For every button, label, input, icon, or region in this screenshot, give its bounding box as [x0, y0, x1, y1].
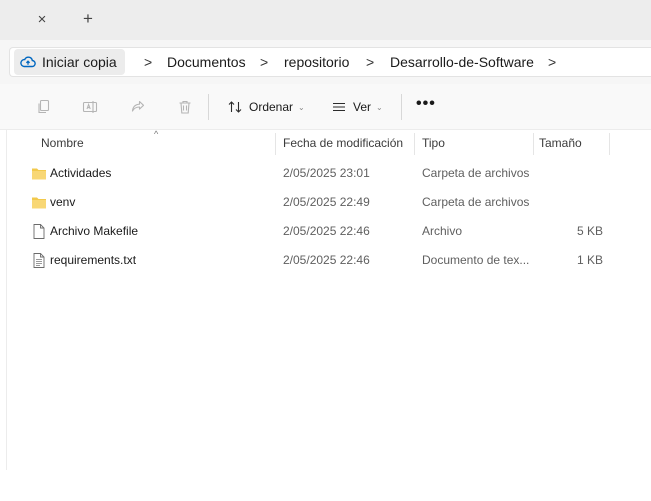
delete-icon[interactable] [177, 99, 193, 115]
sort-label: Ordenar [249, 100, 294, 114]
breadcrumb-item-documentos[interactable]: Documentos [167, 48, 246, 76]
file-name: Archivo Makefile [50, 224, 139, 238]
column-divider[interactable] [414, 133, 415, 155]
more-options-button[interactable]: ••• [416, 95, 436, 113]
file-type: Archivo [422, 224, 463, 238]
file-date: 2/05/2025 22:49 [283, 195, 370, 209]
backup-cloud-icon [20, 56, 36, 68]
file-type: Documento de tex... [422, 253, 530, 267]
close-tab-button[interactable]: × [34, 12, 50, 28]
sort-ascending-icon: ^ [154, 129, 159, 139]
column-date[interactable]: Fecha de modificación [283, 130, 403, 157]
file-row-venv[interactable]: venv 2/05/2025 22:49 Carpeta de archivos [6, 188, 651, 217]
column-divider[interactable] [533, 133, 534, 155]
file-row-requirements-txt[interactable]: requirements.txt 2/05/2025 22:46 Documen… [6, 246, 651, 275]
file-row-actividades[interactable]: Actividades 2/05/2025 23:01 Carpeta de a… [6, 159, 651, 188]
pane-border [6, 130, 7, 470]
file-size: 5 KB [576, 224, 603, 238]
share-icon[interactable] [130, 99, 146, 115]
tab-bar: × + [0, 0, 651, 40]
rename-icon[interactable] [82, 99, 98, 115]
file-type: Carpeta de archivos [422, 195, 530, 209]
breadcrumb-item-desarrollo-de-software[interactable]: Desarrollo-de-Software [390, 48, 534, 76]
file-icon [33, 224, 45, 239]
file-type: Carpeta de archivos [422, 166, 530, 180]
status-bar-area [0, 470, 651, 501]
chevron-down-icon: ⌄ [298, 102, 305, 112]
column-header: Nombre ^ Fecha de modificación Tipo Tama… [6, 129, 651, 157]
file-date: 2/05/2025 23:01 [283, 166, 370, 180]
view-label: Ver [353, 100, 372, 114]
column-size[interactable]: Tamaño [539, 130, 582, 157]
breadcrumb-separator[interactable]: > [366, 48, 374, 76]
toolbar-divider [208, 94, 209, 120]
column-divider[interactable] [275, 133, 276, 155]
breadcrumb-label: Iniciar copia [42, 54, 117, 70]
address-bar: Iniciar copia > Documentos > repositorio… [0, 40, 651, 84]
sort-button[interactable]: Ordenar ⌄ [227, 97, 305, 117]
breadcrumb-separator[interactable]: > [260, 48, 268, 76]
file-row-archivo-makefile[interactable]: Archivo Makefile 2/05/2025 22:46 Archivo… [6, 217, 651, 246]
file-size: 1 KB [576, 253, 603, 267]
file-date: 2/05/2025 22:46 [283, 224, 370, 238]
chevron-down-icon: ⌄ [376, 102, 383, 112]
file-name: requirements.txt [50, 253, 137, 267]
breadcrumb-separator[interactable]: > [144, 48, 152, 76]
column-divider[interactable] [609, 133, 610, 155]
file-date: 2/05/2025 22:46 [283, 253, 370, 267]
column-name[interactable]: Nombre [41, 130, 84, 157]
toolbar-divider [401, 94, 402, 120]
view-button[interactable]: Ver ⌄ [331, 97, 383, 117]
file-size [546, 159, 603, 188]
copy-icon[interactable] [36, 99, 52, 115]
breadcrumb-item-iniciar-copia[interactable]: Iniciar copia [14, 49, 125, 75]
view-list-icon [333, 102, 345, 112]
breadcrumb-item-repositorio[interactable]: repositorio [284, 48, 349, 76]
folder-icon [32, 197, 46, 209]
column-type[interactable]: Tipo [422, 130, 445, 157]
file-name: Actividades [50, 166, 112, 180]
breadcrumb-separator[interactable]: > [548, 48, 556, 76]
text-file-icon [33, 253, 45, 268]
new-tab-button[interactable]: + [80, 10, 96, 27]
file-size [546, 188, 603, 217]
breadcrumb[interactable]: Iniciar copia > Documentos > repositorio… [9, 47, 651, 77]
folder-icon [32, 168, 46, 180]
command-bar: Ordenar ⌄ Ver ⌄ ••• [0, 84, 651, 130]
file-name: venv [50, 195, 76, 209]
sort-icon [228, 101, 242, 113]
